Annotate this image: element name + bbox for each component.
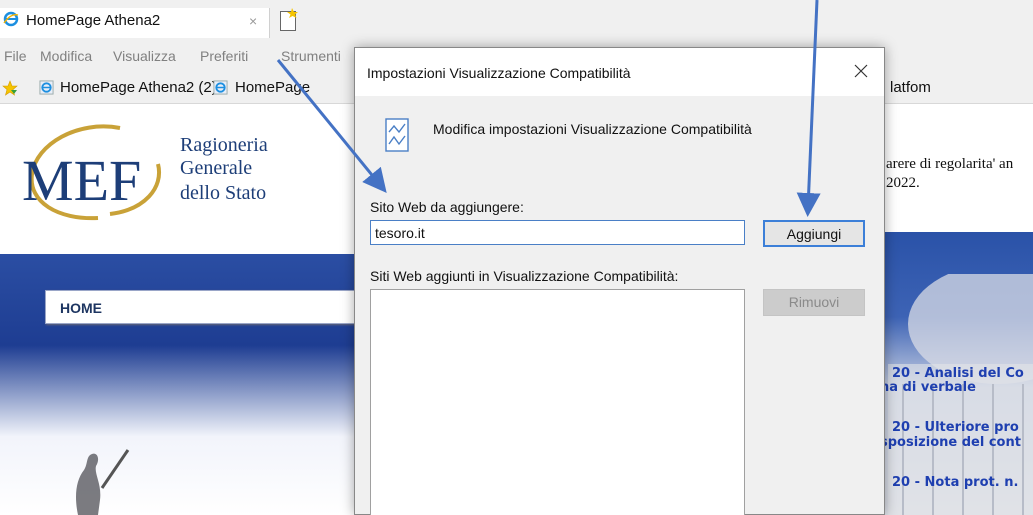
- home-nav-label: HOME: [60, 300, 102, 316]
- tab-bar: HomePage Athena2 ×: [0, 0, 1033, 38]
- added-sites-label: Siti Web aggiunti in Visualizzazione Com…: [370, 268, 679, 284]
- compatibility-view-dialog: Impostazioni Visualizzazione Compatibili…: [354, 47, 885, 515]
- new-tab-icon[interactable]: [279, 8, 299, 32]
- dialog-title: Impostazioni Visualizzazione Compatibili…: [367, 65, 631, 81]
- close-icon[interactable]: [850, 60, 872, 82]
- added-sites-list[interactable]: [370, 289, 745, 515]
- statue-image: [76, 449, 130, 515]
- news-link-3[interactable]: 20 - Nota prot. n.: [892, 475, 1018, 490]
- ie-logo-icon: [3, 11, 19, 27]
- menu-strumenti[interactable]: Strumenti: [281, 48, 341, 64]
- favorite-link-homepage[interactable]: HomePage: [235, 79, 310, 96]
- org-name-line-1: Ragioneria: [180, 134, 268, 156]
- add-site-label: Sito Web da aggiungere:: [370, 199, 524, 215]
- browser-tab[interactable]: HomePage Athena2 ×: [0, 8, 270, 38]
- news-link-1b[interactable]: na di verbale: [880, 380, 976, 395]
- add-button[interactable]: Aggiungi: [763, 220, 865, 247]
- favorite-link-homepage-athena2[interactable]: HomePage Athena2 (2): [60, 79, 217, 96]
- org-name-line-3: dello Stato: [180, 182, 267, 204]
- mef-logo: MEF: [22, 124, 162, 221]
- menu-file[interactable]: File: [4, 48, 27, 64]
- remove-button: Rimuovi: [763, 289, 865, 316]
- org-name-line-2: Generale: [180, 157, 253, 179]
- news-fragment-1: arere di regolarita' an: [886, 156, 1014, 172]
- ie-page-icon: [39, 80, 54, 95]
- dialog-header-text: Modifica impostazioni Visualizzazione Co…: [433, 121, 752, 137]
- favorites-star-icon[interactable]: [2, 80, 18, 96]
- news-link-2[interactable]: 20 - Ulteriore pro: [892, 420, 1019, 435]
- menu-modifica[interactable]: Modifica: [40, 48, 92, 64]
- menu-visualizza[interactable]: Visualizza: [113, 48, 176, 64]
- tab-close-icon[interactable]: ×: [249, 13, 257, 29]
- tab-title: HomePage Athena2: [26, 12, 161, 29]
- home-nav-button[interactable]: HOME: [45, 290, 365, 324]
- compatibility-view-icon: [385, 118, 409, 152]
- news-link-2b[interactable]: sposizione del cont: [880, 435, 1021, 450]
- ie-page-icon: [213, 80, 228, 95]
- news-link-1[interactable]: 20 - Analisi del Co: [892, 366, 1024, 381]
- favorite-link-platform-fragment[interactable]: latfom: [890, 79, 931, 96]
- news-fragment-2: 2022.: [886, 175, 920, 191]
- menu-preferiti[interactable]: Preferiti: [200, 48, 248, 64]
- website-to-add-input[interactable]: [370, 220, 745, 245]
- dialog-titlebar: Impostazioni Visualizzazione Compatibili…: [355, 48, 884, 96]
- mef-logo-text: MEF: [22, 148, 141, 213]
